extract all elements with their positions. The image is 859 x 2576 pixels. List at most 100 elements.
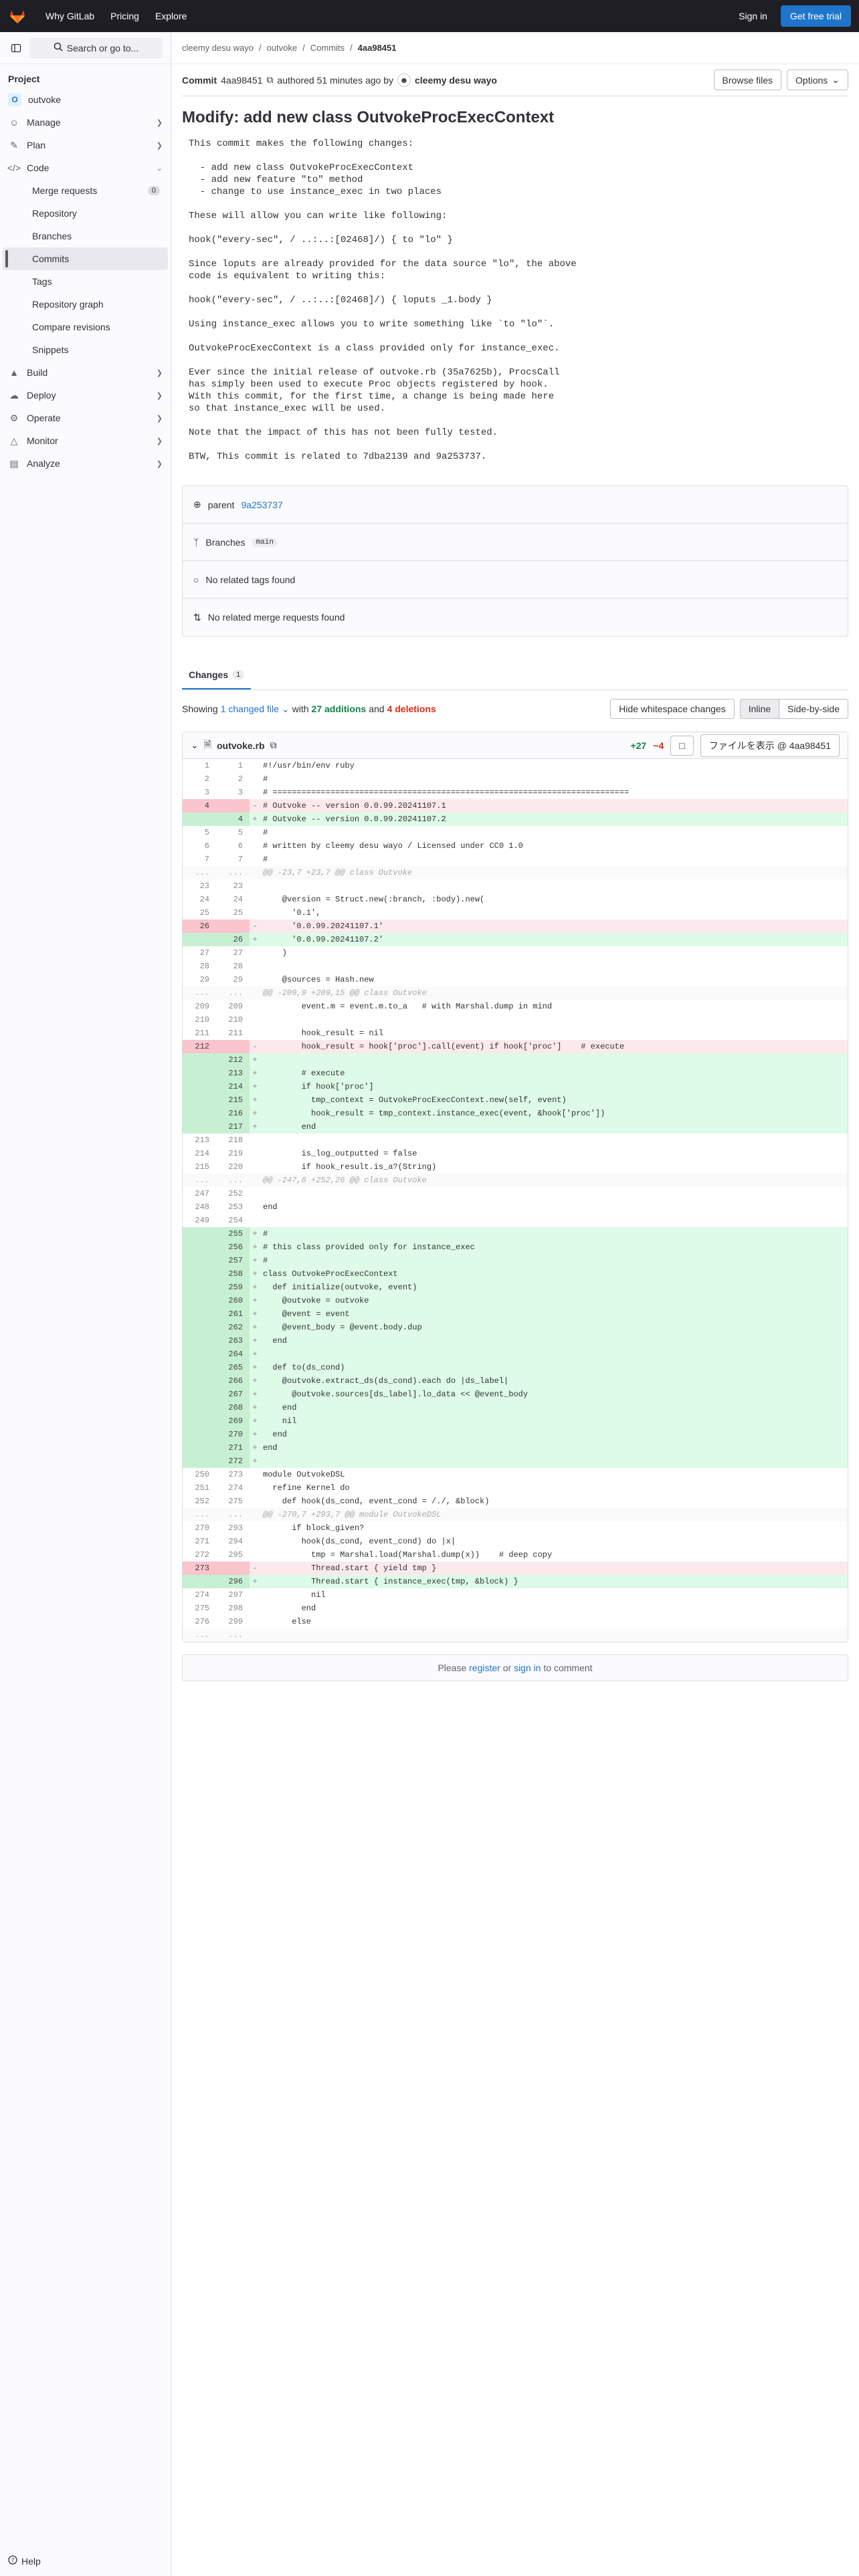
new-line-number[interactable]: 209 — [216, 1000, 250, 1013]
tab-changes[interactable]: Changes 1 — [182, 669, 252, 689]
new-line-number[interactable]: 262 — [216, 1321, 250, 1334]
new-line-number[interactable]: 265 — [216, 1361, 250, 1374]
new-line-number[interactable]: 219 — [216, 1147, 250, 1160]
view-file-button[interactable]: ファイルを表示 @ 4aa98451 — [700, 734, 840, 757]
new-line-number[interactable]: 211 — [216, 1027, 250, 1040]
old-line-number[interactable]: 7 — [183, 853, 216, 866]
new-line-number[interactable]: 260 — [216, 1294, 250, 1307]
old-line-number[interactable]: 252 — [183, 1495, 216, 1508]
sidebar-item-branches[interactable]: Branches — [3, 225, 168, 247]
parent-link[interactable]: 9a253737 — [241, 500, 282, 510]
new-line-number[interactable]: 297 — [216, 1588, 250, 1602]
new-line-number[interactable]: 273 — [216, 1468, 250, 1481]
old-line-number[interactable]: 274 — [183, 1588, 216, 1602]
old-line-number[interactable] — [183, 1441, 216, 1455]
old-line-number[interactable] — [183, 1388, 216, 1401]
old-line-number[interactable]: 209 — [183, 1000, 216, 1013]
new-line-number[interactable]: 28 — [216, 960, 250, 973]
new-line-number[interactable]: 216 — [216, 1107, 250, 1120]
new-line-number[interactable]: 274 — [216, 1481, 250, 1495]
old-line-number[interactable] — [183, 1334, 216, 1348]
changed-files-dropdown[interactable]: 1 changed file — [221, 704, 279, 714]
old-line-number[interactable] — [183, 1281, 216, 1294]
new-line-number[interactable]: 299 — [216, 1615, 250, 1628]
old-line-number[interactable]: 276 — [183, 1615, 216, 1628]
old-line-number[interactable]: 23 — [183, 879, 216, 893]
sign-in-button[interactable]: Sign in — [731, 5, 775, 27]
old-line-number[interactable] — [183, 1067, 216, 1080]
old-line-number[interactable] — [183, 1294, 216, 1307]
new-line-number[interactable]: 267 — [216, 1388, 250, 1401]
old-line-number[interactable] — [183, 1321, 216, 1334]
old-line-number[interactable] — [183, 1307, 216, 1321]
new-line-number[interactable]: 293 — [216, 1521, 250, 1535]
new-line-number[interactable]: ... — [216, 986, 250, 1000]
old-line-number[interactable]: ... — [183, 1628, 216, 1642]
old-line-number[interactable]: 249 — [183, 1214, 216, 1227]
new-line-number[interactable]: ... — [216, 1508, 250, 1521]
sidebar-toggle-icon[interactable] — [8, 40, 24, 56]
old-line-number[interactable]: 270 — [183, 1521, 216, 1535]
old-line-number[interactable]: 5 — [183, 826, 216, 839]
new-line-number[interactable]: 295 — [216, 1548, 250, 1562]
sign-in-link[interactable]: sign in — [514, 1662, 541, 1673]
sidebar-item-code[interactable]: </> Code ⌄ — [0, 156, 171, 179]
avatar[interactable]: ☻ — [397, 73, 411, 87]
old-line-number[interactable] — [183, 1575, 216, 1588]
inline-view-button[interactable]: Inline — [739, 699, 780, 719]
sidebar-item-repository-graph[interactable]: Repository graph — [3, 293, 168, 316]
old-line-number[interactable]: 212 — [183, 1040, 216, 1053]
old-line-number[interactable] — [183, 1093, 216, 1107]
old-line-number[interactable] — [183, 1120, 216, 1134]
new-line-number[interactable]: 7 — [216, 853, 250, 866]
old-line-number[interactable]: 271 — [183, 1535, 216, 1548]
old-line-number[interactable]: 2 — [183, 772, 216, 786]
new-line-number[interactable]: 210 — [216, 1013, 250, 1027]
old-line-number[interactable]: 26 — [183, 920, 216, 933]
new-line-number[interactable]: 3 — [216, 786, 250, 799]
new-line-number[interactable]: 26 — [216, 933, 250, 946]
nav-why-gitlab[interactable]: Why GitLab — [37, 0, 102, 32]
old-line-number[interactable]: 27 — [183, 946, 216, 960]
old-line-number[interactable] — [183, 1053, 216, 1067]
new-line-number[interactable]: 4 — [216, 813, 250, 826]
sidebar-item-operate[interactable]: ⚙ Operate ❯ — [0, 407, 171, 429]
comment-button[interactable]: □ — [670, 735, 694, 756]
new-line-number[interactable]: 212 — [216, 1053, 250, 1067]
old-line-number[interactable]: ... — [183, 1508, 216, 1521]
file-name[interactable]: outvoke.rb — [217, 740, 265, 751]
old-line-number[interactable]: 275 — [183, 1602, 216, 1615]
new-line-number[interactable]: ... — [216, 1628, 250, 1642]
old-line-number[interactable]: 247 — [183, 1187, 216, 1200]
old-line-number[interactable] — [183, 1227, 216, 1241]
new-line-number[interactable] — [216, 1040, 250, 1053]
nav-explore[interactable]: Explore — [147, 0, 195, 32]
new-line-number[interactable]: 270 — [216, 1428, 250, 1441]
new-line-number[interactable]: 220 — [216, 1160, 250, 1174]
old-line-number[interactable]: ... — [183, 986, 216, 1000]
breadcrumb-commits[interactable]: Commits — [310, 43, 345, 53]
nav-pricing[interactable]: Pricing — [102, 0, 147, 32]
new-line-number[interactable]: 23 — [216, 879, 250, 893]
old-line-number[interactable] — [183, 1361, 216, 1374]
new-line-number[interactable]: 257 — [216, 1254, 250, 1267]
new-line-number[interactable]: ... — [216, 1174, 250, 1187]
new-line-number[interactable] — [216, 920, 250, 933]
old-line-number[interactable]: 250 — [183, 1468, 216, 1481]
new-line-number[interactable]: 298 — [216, 1602, 250, 1615]
copy-icon[interactable]: ⧉ — [270, 740, 277, 751]
new-line-number[interactable]: 264 — [216, 1348, 250, 1361]
old-line-number[interactable]: 24 — [183, 893, 216, 906]
new-line-number[interactable]: 5 — [216, 826, 250, 839]
new-line-number[interactable]: 254 — [216, 1214, 250, 1227]
old-line-number[interactable]: 210 — [183, 1013, 216, 1027]
new-line-number[interactable]: 272 — [216, 1455, 250, 1468]
old-line-number[interactable]: 213 — [183, 1134, 216, 1147]
new-line-number[interactable]: 256 — [216, 1241, 250, 1254]
sidebar-item-build[interactable]: ▲ Build ❯ — [0, 361, 171, 384]
help-button[interactable]: ? Help — [8, 2555, 41, 2567]
old-line-number[interactable]: 248 — [183, 1200, 216, 1214]
new-line-number[interactable]: 27 — [216, 946, 250, 960]
sidebar-item-manage[interactable]: ☺ Manage ❯ — [0, 111, 171, 134]
new-line-number[interactable]: 255 — [216, 1227, 250, 1241]
